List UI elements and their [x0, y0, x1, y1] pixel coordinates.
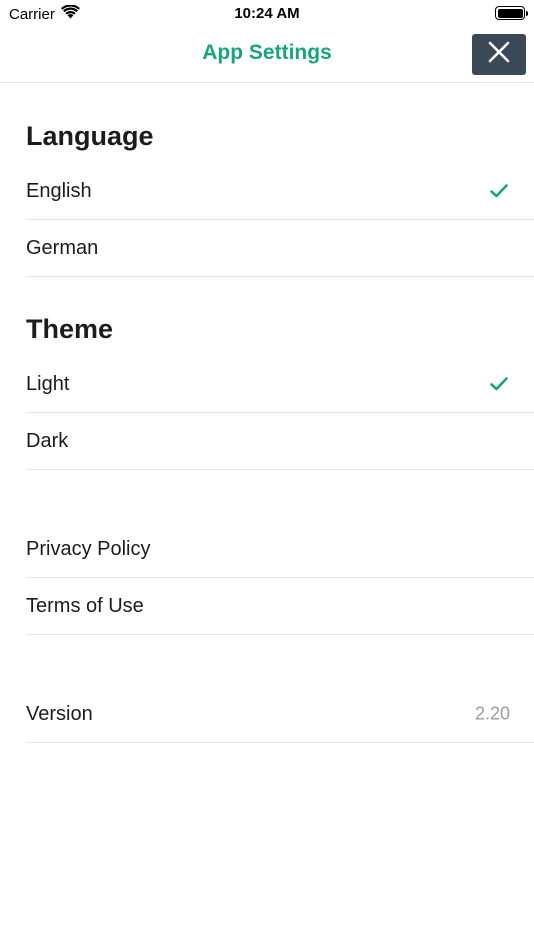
language-option-english[interactable]: English	[26, 163, 534, 220]
option-label: Light	[26, 372, 70, 395]
version-value: 2.20	[474, 703, 510, 724]
theme-section-header: Theme	[26, 314, 114, 344]
version-row: Version 2.20	[26, 686, 534, 743]
status-time: 10:24 AM	[234, 5, 300, 22]
privacy-policy-link[interactable]: Privacy Policy	[26, 521, 534, 578]
close-button[interactable]	[472, 34, 526, 75]
status-right	[495, 6, 528, 20]
nav-bar: App Settings	[0, 28, 534, 83]
status-bar: Carrier 10:24 AM	[0, 0, 534, 28]
terms-of-use-link[interactable]: Terms of Use	[26, 578, 534, 635]
settings-screen: Carrier 10:24 AM App Settings Language E…	[0, 0, 534, 950]
battery-tip	[525, 10, 528, 16]
option-label: Dark	[26, 429, 69, 452]
theme-option-dark[interactable]: Dark	[26, 413, 534, 470]
theme-option-light[interactable]: Light	[26, 356, 534, 413]
language-section-header: Language	[26, 121, 154, 151]
checkmark-icon	[490, 183, 508, 199]
link-label: Privacy Policy	[26, 537, 151, 560]
close-icon	[487, 40, 511, 69]
option-label: English	[26, 179, 92, 202]
battery-icon	[495, 6, 528, 20]
page-title: App Settings	[202, 41, 332, 64]
language-option-german[interactable]: German	[26, 220, 534, 277]
link-label: Terms of Use	[26, 594, 144, 617]
option-label: German	[26, 236, 99, 259]
battery-fill	[497, 8, 523, 18]
checkmark-icon	[490, 376, 508, 392]
version-label: Version	[26, 702, 93, 725]
